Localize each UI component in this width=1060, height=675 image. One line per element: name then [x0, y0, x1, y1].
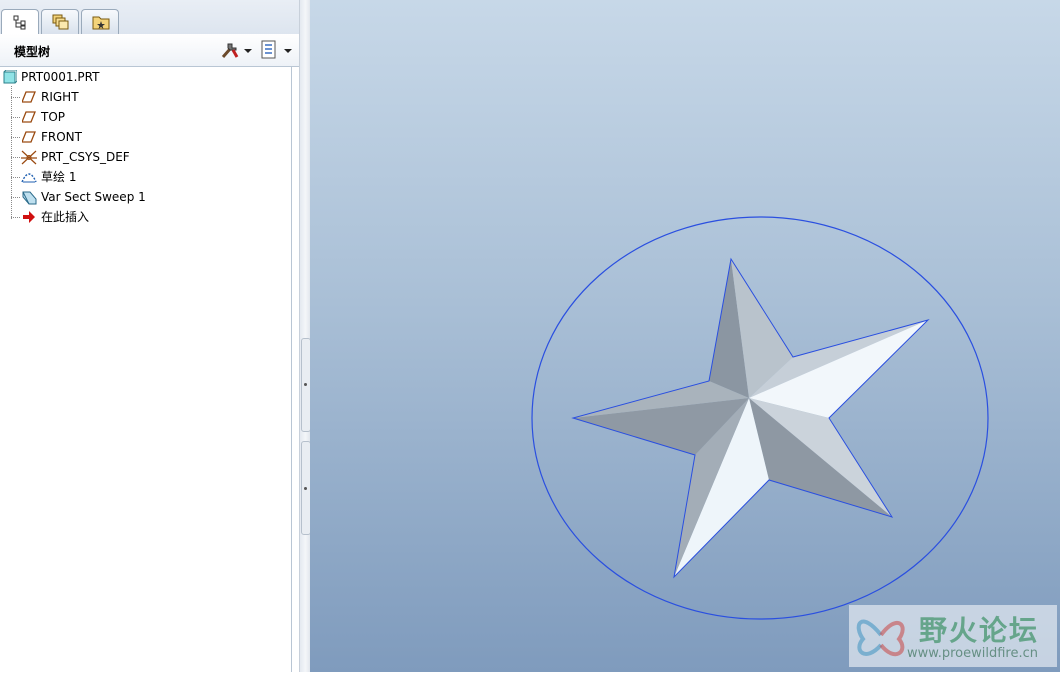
watermark-title: 野火论坛 — [919, 614, 1040, 647]
tree-connector — [11, 137, 20, 138]
settings-button[interactable] — [220, 40, 252, 60]
tools-icon — [221, 43, 239, 58]
tree-item-label: RIGHT — [41, 90, 79, 104]
datum-plane-icon — [22, 91, 36, 103]
tree-item-label: Var Sect Sweep 1 — [41, 190, 146, 204]
watermark-url: www.proewildfire.cn — [907, 646, 1038, 661]
insert-arrow-icon — [23, 211, 35, 223]
favorites-tab[interactable] — [81, 9, 119, 34]
part-icon — [3, 70, 17, 84]
tree-icon — [13, 15, 26, 30]
watermark: 野火论坛 www.proewildfire.cn — [849, 605, 1057, 667]
tree-item-label: PRT_CSYS_DEF — [41, 150, 130, 164]
model-tree-tab[interactable] — [1, 9, 39, 35]
tree-connector — [11, 117, 20, 118]
navigator-panel: 模型树 PRT0001.PRT RIGHT TOP FRONT PRT_CSYS… — [0, 0, 299, 672]
tree-connector — [11, 97, 20, 98]
tree-item-label: FRONT — [41, 130, 82, 144]
tree-item-label: TOP — [41, 110, 66, 124]
tree-connector — [11, 217, 20, 218]
tree-connector — [11, 86, 12, 219]
graphics-viewport[interactable] — [310, 0, 1060, 672]
navigator-tabbar — [0, 0, 299, 35]
layers-icon — [52, 14, 69, 30]
model-tree: PRT0001.PRT RIGHT TOP FRONT PRT_CSYS_DEF… — [0, 67, 292, 672]
csys-icon — [21, 150, 37, 165]
tree-item-label: 在此插入 — [41, 210, 90, 224]
tree-connector — [11, 177, 20, 178]
butterfly-logo-icon — [856, 619, 905, 657]
list-settings-icon — [261, 40, 276, 59]
tree-connector — [11, 197, 20, 198]
datum-plane-icon — [22, 131, 36, 143]
panel-title: 模型树 — [14, 45, 51, 59]
star-sweep-model — [531, 216, 989, 620]
folder-star-icon — [92, 16, 110, 30]
sweep-icon — [22, 191, 37, 205]
layers-tab[interactable] — [41, 9, 79, 34]
show-button[interactable] — [260, 40, 292, 60]
tree-connector — [11, 157, 20, 158]
sketch-icon — [21, 173, 37, 183]
chevron-down-icon — [244, 49, 252, 53]
chevron-down-icon — [284, 49, 292, 53]
datum-plane-icon — [22, 111, 36, 123]
tree-root-label: PRT0001.PRT — [21, 70, 100, 84]
model-tree-header: 模型树 — [0, 34, 299, 67]
tree-item-label: 草绘 1 — [41, 170, 77, 184]
